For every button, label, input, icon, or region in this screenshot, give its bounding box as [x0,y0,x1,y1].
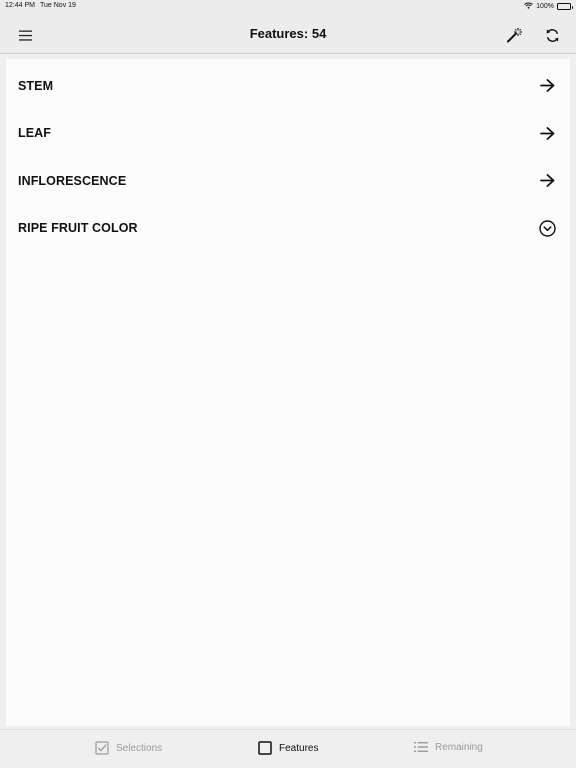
battery-percent: 100% [536,3,554,10]
status-right: 100% [524,2,573,11]
chevron-down-circle-icon [538,219,556,237]
feature-row-stem[interactable]: STEM [6,62,570,110]
arrow-right-icon [538,124,556,142]
feature-row-ripe-fruit-color[interactable]: RIPE FRUIT COLOR [6,205,570,253]
refresh-button[interactable] [541,24,563,46]
tab-selections[interactable]: Selections [95,741,162,755]
tab-label: Remaining [435,741,483,753]
status-bar: 12:44 PM Tue Nov 19 100% [0,0,576,14]
nav-bar: Features: 54 [0,14,576,54]
status-time: 12:44 PM [5,2,35,9]
tab-features[interactable]: Features [258,741,318,755]
feature-label: INFLORESCENCE [18,173,127,188]
battery-icon [557,3,573,10]
magic-wand-icon [507,28,522,43]
arrow-right-icon [538,172,556,190]
tab-label: Features [279,742,319,754]
page-title: Features: 54 [249,26,327,41]
checkbox-empty-icon [258,741,272,755]
list-icon [414,742,428,752]
status-date: Tue Nov 19 [40,2,76,9]
tab-bar: Selections Features Remaining [0,729,576,768]
features-list: STEM LEAF INFLORESCENCE RIPE FRUIT COLOR [6,59,570,726]
feature-row-leaf[interactable]: LEAF [6,110,570,158]
feature-label: LEAF [18,126,52,141]
refresh-icon [546,28,558,42]
tab-remaining[interactable]: Remaining [414,741,483,753]
tab-label: Selections [116,742,163,754]
checkbox-checked-icon [95,741,109,755]
wifi-icon [524,2,533,11]
arrow-right-icon [538,77,556,95]
feature-label: RIPE FRUIT COLOR [18,221,138,236]
feature-label: STEM [18,78,54,93]
feature-row-inflorescence[interactable]: INFLORESCENCE [6,157,570,205]
magic-wand-button[interactable] [503,24,525,46]
